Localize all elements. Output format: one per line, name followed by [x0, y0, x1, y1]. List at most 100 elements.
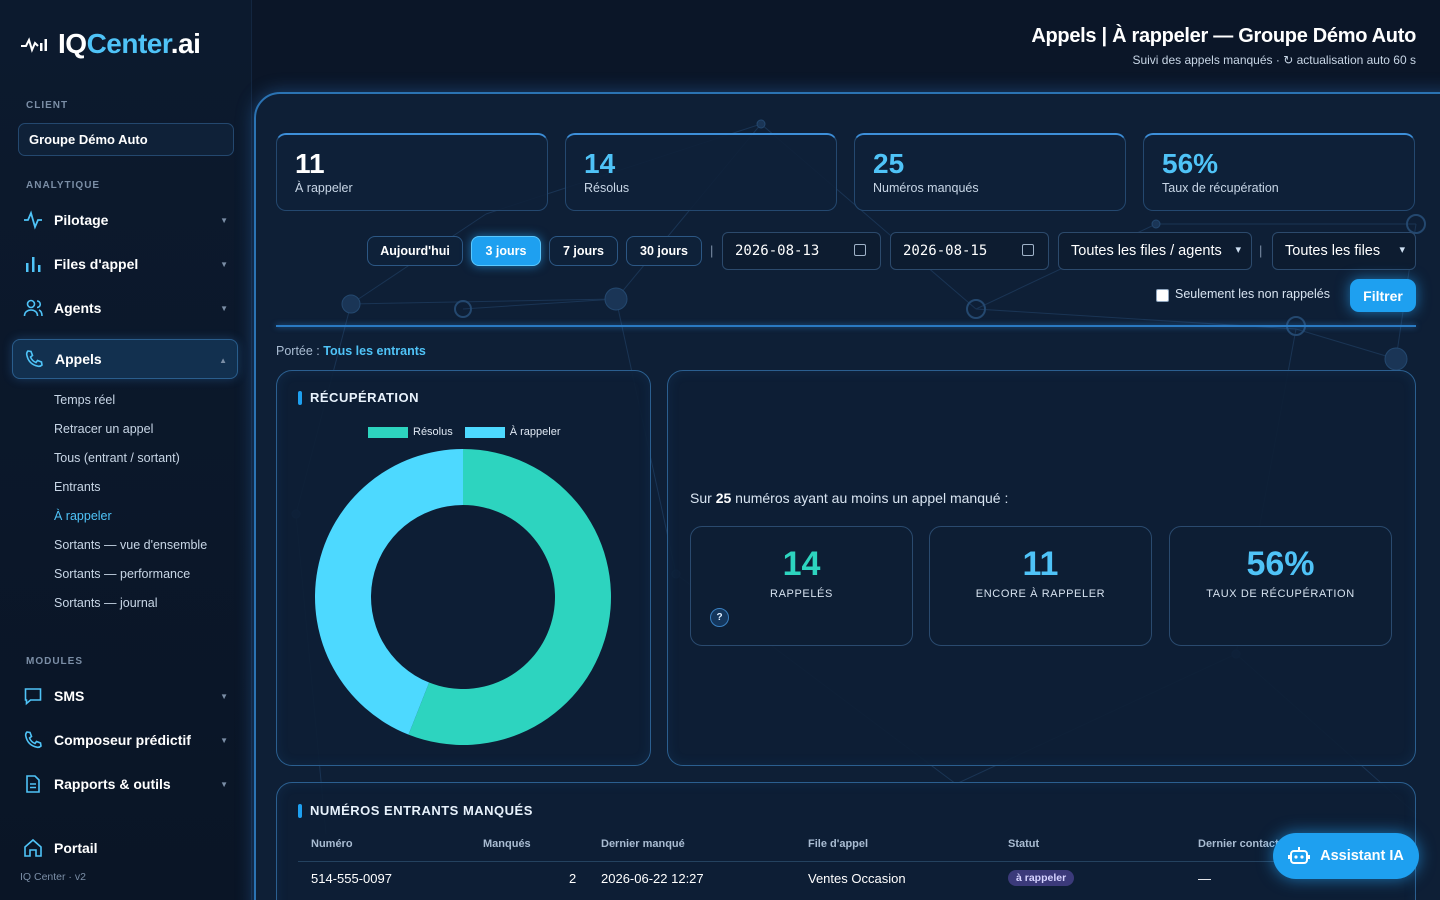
- cell-missed: 2: [569, 871, 577, 886]
- client-selector[interactable]: Groupe Démo Auto: [18, 123, 234, 156]
- divider: |: [1259, 243, 1263, 258]
- subnav-retracer[interactable]: Retracer un appel: [54, 422, 153, 436]
- range-today-button[interactable]: Aujourd'hui: [367, 236, 463, 266]
- kpi-card-recovery-rate: 56% Taux de récupération: [1143, 133, 1415, 211]
- chevron-down-icon: ▼: [220, 692, 228, 701]
- summary-label: ENCORE À RAPPELER: [975, 588, 1106, 600]
- queue-select[interactable]: Toutes les files ▾: [1272, 232, 1416, 270]
- only-uncalled-checkbox[interactable]: [1156, 289, 1169, 302]
- column-header-number[interactable]: Numéro: [311, 838, 353, 850]
- subnav-sortants-vue[interactable]: Sortants — vue d'ensemble: [54, 538, 207, 552]
- scope-text: Portée : Tous les entrants: [276, 344, 426, 358]
- phone-icon: [23, 348, 45, 370]
- subnav-sortants-journal[interactable]: Sortants — journal: [54, 596, 158, 610]
- nav-rapports[interactable]: Rapports & outils ▼: [12, 764, 238, 804]
- range-7-days-button[interactable]: 7 jours: [549, 236, 618, 266]
- date-to-input[interactable]: 2026-08-15: [890, 232, 1049, 270]
- kpi-value: 14: [584, 148, 616, 179]
- sidebar: IQCenter.ai CLIENT Groupe Démo Auto ANAL…: [0, 0, 252, 900]
- logo[interactable]: IQCenter.ai: [20, 28, 201, 60]
- pulse-icon: [22, 209, 44, 231]
- filter-button[interactable]: Filtrer: [1350, 279, 1416, 312]
- logo-text: IQCenter.ai: [58, 28, 201, 59]
- analytics-section-label: ANALYTIQUE: [26, 180, 101, 191]
- subnav-a-rappeler[interactable]: À rappeler: [54, 509, 112, 523]
- nav-composeur[interactable]: Composeur prédictif ▼: [12, 720, 238, 760]
- ai-assistant-button[interactable]: Assistant IA: [1273, 833, 1419, 879]
- nav-label: Agents: [54, 300, 102, 316]
- nav-files-appel[interactable]: Files d'appel ▼: [12, 244, 238, 284]
- summary-card-recovery-rate: 56% TAUX DE RÉCUPÉRATION: [1169, 526, 1392, 646]
- date-from-input[interactable]: 2026-08-13: [722, 232, 881, 270]
- subnav-entrants[interactable]: Entrants: [54, 480, 101, 494]
- subnav-sortants-perf[interactable]: Sortants — performance: [54, 567, 190, 581]
- phone-icon: [22, 729, 44, 751]
- home-icon: [22, 837, 44, 859]
- chart-legend[interactable]: Résolus À rappeler: [368, 426, 561, 438]
- column-header-last-missed[interactable]: Dernier manqué: [601, 838, 685, 850]
- summary-label: RAPPELÉS: [770, 588, 833, 600]
- column-header-status[interactable]: Statut: [1008, 838, 1039, 850]
- summary-text: Sur 25 numéros ayant au moins un appel m…: [690, 490, 1008, 506]
- table-header-rule: [298, 861, 1398, 862]
- chevron-down-icon: ▼: [220, 216, 228, 225]
- date-from-value: 2026-08-13: [735, 243, 820, 259]
- nav-agents[interactable]: Agents ▼: [12, 288, 238, 328]
- only-uncalled-label[interactable]: Seulement les non rappelés: [1175, 287, 1330, 301]
- status-badge: à rappeler: [1008, 870, 1075, 886]
- kpi-value: 25: [873, 148, 905, 179]
- cell-queue: Ventes Occasion: [808, 871, 906, 886]
- page-title: Appels | À rappeler — Groupe Démo Auto: [1031, 25, 1416, 47]
- missed-numbers-title-text: NUMÉROS ENTRANTS MANQUÉS: [310, 803, 533, 818]
- cell-last-contact: —: [1198, 871, 1211, 886]
- column-header-queue[interactable]: File d'appel: [808, 838, 868, 850]
- column-header-last-contact[interactable]: Dernier contact: [1198, 838, 1279, 850]
- calendar-icon[interactable]: [1022, 244, 1034, 256]
- legend-item-resolved[interactable]: Résolus: [368, 426, 453, 438]
- chevron-down-icon: ▼: [220, 736, 228, 745]
- range-30-days-button[interactable]: 30 jours: [626, 236, 702, 266]
- cell-last-missed: 2026-06-22 12:27: [601, 871, 704, 886]
- queue-agent-select[interactable]: Toutes les files / agents ▾: [1058, 232, 1252, 270]
- subnav-tous[interactable]: Tous (entrant / sortant): [54, 451, 180, 465]
- kpi-label: Taux de récupération: [1162, 181, 1279, 195]
- queue-agent-select-value: Toutes les files / agents: [1071, 243, 1222, 259]
- cell-number[interactable]: 514-555-0097: [311, 871, 392, 886]
- chevron-down-icon: ▼: [220, 304, 228, 313]
- nav-appels[interactable]: Appels ▲: [12, 339, 238, 379]
- kpi-card-resolved: 14 Résolus: [565, 133, 837, 211]
- kpi-label: Résolus: [584, 181, 630, 195]
- date-to-value: 2026-08-15: [903, 243, 988, 259]
- nav-sms[interactable]: SMS ▼: [12, 676, 238, 716]
- document-icon: [22, 773, 44, 795]
- chat-icon: [22, 685, 44, 707]
- legend-swatch-callback: [464, 426, 505, 438]
- waveform-icon: [21, 37, 47, 53]
- column-header-missed[interactable]: Manqués: [483, 838, 531, 850]
- kpi-label: Numéros manqués: [873, 181, 979, 195]
- chevron-up-icon: ▲: [219, 356, 227, 365]
- page-subtitle: Suivi des appels manqués · ↻ actualisati…: [1132, 53, 1416, 67]
- range-3-days-button[interactable]: 3 jours: [471, 236, 541, 266]
- nav-portail[interactable]: Portail: [12, 828, 238, 868]
- summary-value: 11: [1022, 545, 1059, 583]
- app-version: IQ Center · v2: [20, 871, 86, 883]
- users-icon: [22, 297, 44, 319]
- recovery-donut-chart[interactable]: [313, 447, 613, 747]
- title-accent-bar: [298, 390, 302, 405]
- subnav-temps-reel[interactable]: Temps réel: [54, 393, 115, 407]
- modules-section-label: MODULES: [26, 656, 83, 667]
- kpi-value: 56%: [1162, 148, 1219, 179]
- nav-pilotage[interactable]: Pilotage ▼: [12, 200, 238, 240]
- nav-label: SMS: [54, 688, 85, 704]
- calendar-icon[interactable]: [854, 244, 866, 256]
- summary-card-called-back: 14 RAPPELÉS: [690, 526, 913, 646]
- legend-label-callback: À rappeler: [509, 426, 561, 438]
- help-icon[interactable]: ?: [710, 608, 729, 627]
- summary-value: 14: [782, 545, 821, 583]
- legend-item-callback[interactable]: À rappeler: [464, 426, 561, 438]
- missed-numbers-title: NUMÉROS ENTRANTS MANQUÉS: [298, 803, 533, 818]
- recovery-title-text: RÉCUPÉRATION: [310, 390, 420, 405]
- chevron-down-icon: ▼: [220, 780, 228, 789]
- chevron-down-icon: ▾: [1399, 244, 1405, 256]
